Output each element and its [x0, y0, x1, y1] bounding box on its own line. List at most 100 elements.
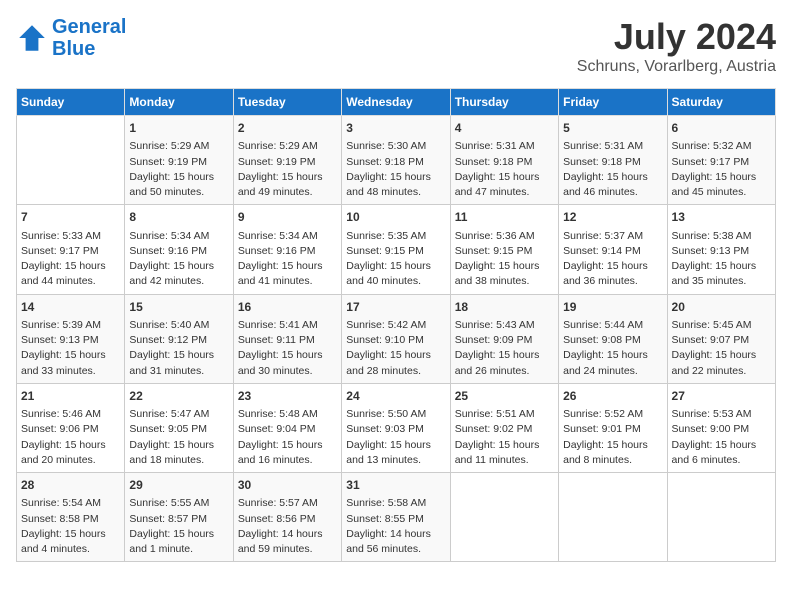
calendar-day-cell: 26 Sunrise: 5:52 AM Sunset: 9:01 PM Dayli…: [559, 383, 667, 472]
calendar-day-cell: 12 Sunrise: 5:37 AM Sunset: 9:14 PM Dayli…: [559, 205, 667, 294]
day-number: 21: [21, 388, 120, 405]
calendar-day-cell: 3 Sunrise: 5:30 AM Sunset: 9:18 PM Daylig…: [342, 116, 450, 205]
day-info: Sunrise: 5:57 AM Sunset: 8:56 PM Dayligh…: [238, 496, 337, 557]
calendar-day-cell: 16 Sunrise: 5:41 AM Sunset: 9:11 PM Dayli…: [233, 294, 341, 383]
day-info: Sunrise: 5:29 AM Sunset: 9:19 PM Dayligh…: [129, 139, 228, 200]
weekday-header-cell: Sunday: [17, 89, 125, 116]
calendar-day-cell: [559, 473, 667, 562]
calendar-day-cell: [17, 116, 125, 205]
calendar-day-cell: 18 Sunrise: 5:43 AM Sunset: 9:09 PM Dayli…: [450, 294, 558, 383]
day-number: 28: [21, 477, 120, 494]
day-number: 31: [346, 477, 445, 494]
day-number: 26: [563, 388, 662, 405]
day-info: Sunrise: 5:54 AM Sunset: 8:58 PM Dayligh…: [21, 496, 120, 557]
logo: GeneralBlue: [16, 16, 126, 60]
day-info: Sunrise: 5:34 AM Sunset: 9:16 PM Dayligh…: [238, 229, 337, 290]
weekday-header-cell: Thursday: [450, 89, 558, 116]
day-info: Sunrise: 5:42 AM Sunset: 9:10 PM Dayligh…: [346, 318, 445, 379]
calendar-day-cell: 9 Sunrise: 5:34 AM Sunset: 9:16 PM Daylig…: [233, 205, 341, 294]
logo-icon: [16, 22, 48, 54]
day-number: 11: [455, 209, 554, 226]
day-info: Sunrise: 5:30 AM Sunset: 9:18 PM Dayligh…: [346, 139, 445, 200]
calendar-day-cell: 11 Sunrise: 5:36 AM Sunset: 9:15 PM Dayli…: [450, 205, 558, 294]
calendar-day-cell: 10Sunrise: 5:35 AM Sunset: 9:15 PM Dayli…: [342, 205, 450, 294]
calendar-day-cell: 6 Sunrise: 5:32 AM Sunset: 9:17 PM Daylig…: [667, 116, 775, 205]
calendar-day-cell: 28 Sunrise: 5:54 AM Sunset: 8:58 PM Dayli…: [17, 473, 125, 562]
day-number: 6: [672, 120, 771, 137]
day-number: 10: [346, 209, 445, 226]
day-number: 12: [563, 209, 662, 226]
calendar-day-cell: 19Sunrise: 5:44 AM Sunset: 9:08 PM Dayli…: [559, 294, 667, 383]
weekday-header-cell: Wednesday: [342, 89, 450, 116]
calendar-day-cell: 27 Sunrise: 5:53 AM Sunset: 9:00 PM Dayli…: [667, 383, 775, 472]
day-info: Sunrise: 5:47 AM Sunset: 9:05 PM Dayligh…: [129, 407, 228, 468]
day-info: Sunrise: 5:53 AM Sunset: 9:00 PM Dayligh…: [672, 407, 771, 468]
day-info: Sunrise: 5:39 AM Sunset: 9:13 PM Dayligh…: [21, 318, 120, 379]
title-block: July 2024 Schruns, Vorarlberg, Austria: [577, 16, 776, 76]
day-info: Sunrise: 5:48 AM Sunset: 9:04 PM Dayligh…: [238, 407, 337, 468]
day-info: Sunrise: 5:38 AM Sunset: 9:13 PM Dayligh…: [672, 229, 771, 290]
day-info: Sunrise: 5:43 AM Sunset: 9:09 PM Dayligh…: [455, 318, 554, 379]
day-info: Sunrise: 5:34 AM Sunset: 9:16 PM Dayligh…: [129, 229, 228, 290]
calendar-week-row: 28 Sunrise: 5:54 AM Sunset: 8:58 PM Dayli…: [17, 473, 776, 562]
calendar-day-cell: 22 Sunrise: 5:47 AM Sunset: 9:05 PM Dayli…: [125, 383, 233, 472]
calendar-week-row: 14 Sunrise: 5:39 AM Sunset: 9:13 PM Dayli…: [17, 294, 776, 383]
logo-text: GeneralBlue: [52, 16, 126, 60]
weekday-header-cell: Monday: [125, 89, 233, 116]
day-info: Sunrise: 5:40 AM Sunset: 9:12 PM Dayligh…: [129, 318, 228, 379]
day-info: Sunrise: 5:52 AM Sunset: 9:01 PM Dayligh…: [563, 407, 662, 468]
day-info: Sunrise: 5:37 AM Sunset: 9:14 PM Dayligh…: [563, 229, 662, 290]
weekday-header-cell: Tuesday: [233, 89, 341, 116]
calendar-week-row: 21Sunrise: 5:46 AM Sunset: 9:06 PM Dayli…: [17, 383, 776, 472]
calendar-day-cell: 20 Sunrise: 5:45 AM Sunset: 9:07 PM Dayli…: [667, 294, 775, 383]
day-number: 16: [238, 299, 337, 316]
calendar-day-cell: 23 Sunrise: 5:48 AM Sunset: 9:04 PM Dayli…: [233, 383, 341, 472]
day-number: 25: [455, 388, 554, 405]
calendar-day-cell: 31 Sunrise: 5:58 AM Sunset: 8:55 PM Dayli…: [342, 473, 450, 562]
month-title: July 2024: [577, 16, 776, 58]
calendar-day-cell: 15Sunrise: 5:40 AM Sunset: 9:12 PM Dayli…: [125, 294, 233, 383]
calendar-day-cell: 5 Sunrise: 5:31 AM Sunset: 9:18 PM Daylig…: [559, 116, 667, 205]
weekday-header-cell: Saturday: [667, 89, 775, 116]
day-number: 1: [129, 120, 228, 137]
calendar-header: SundayMondayTuesdayWednesdayThursdayFrid…: [17, 89, 776, 116]
calendar-day-cell: 8Sunrise: 5:34 AM Sunset: 9:16 PM Daylig…: [125, 205, 233, 294]
day-info: Sunrise: 5:31 AM Sunset: 9:18 PM Dayligh…: [563, 139, 662, 200]
day-number: 3: [346, 120, 445, 137]
day-number: 9: [238, 209, 337, 226]
day-info: Sunrise: 5:41 AM Sunset: 9:11 PM Dayligh…: [238, 318, 337, 379]
day-info: Sunrise: 5:44 AM Sunset: 9:08 PM Dayligh…: [563, 318, 662, 379]
day-number: 22: [129, 388, 228, 405]
calendar-body: 1 Sunrise: 5:29 AM Sunset: 9:19 PM Daylig…: [17, 116, 776, 562]
calendar-day-cell: 30Sunrise: 5:57 AM Sunset: 8:56 PM Dayli…: [233, 473, 341, 562]
day-number: 29: [129, 477, 228, 494]
day-number: 2: [238, 120, 337, 137]
weekday-header-cell: Friday: [559, 89, 667, 116]
day-info: Sunrise: 5:45 AM Sunset: 9:07 PM Dayligh…: [672, 318, 771, 379]
day-number: 20: [672, 299, 771, 316]
day-info: Sunrise: 5:51 AM Sunset: 9:02 PM Dayligh…: [455, 407, 554, 468]
day-info: Sunrise: 5:36 AM Sunset: 9:15 PM Dayligh…: [455, 229, 554, 290]
location-subtitle: Schruns, Vorarlberg, Austria: [577, 58, 776, 76]
day-number: 18: [455, 299, 554, 316]
calendar-day-cell: 25 Sunrise: 5:51 AM Sunset: 9:02 PM Dayli…: [450, 383, 558, 472]
day-info: Sunrise: 5:58 AM Sunset: 8:55 PM Dayligh…: [346, 496, 445, 557]
calendar-week-row: 1 Sunrise: 5:29 AM Sunset: 9:19 PM Daylig…: [17, 116, 776, 205]
day-info: Sunrise: 5:32 AM Sunset: 9:17 PM Dayligh…: [672, 139, 771, 200]
day-info: Sunrise: 5:50 AM Sunset: 9:03 PM Dayligh…: [346, 407, 445, 468]
calendar-day-cell: [450, 473, 558, 562]
calendar-day-cell: 1 Sunrise: 5:29 AM Sunset: 9:19 PM Daylig…: [125, 116, 233, 205]
calendar-table: SundayMondayTuesdayWednesdayThursdayFrid…: [16, 88, 776, 562]
day-number: 4: [455, 120, 554, 137]
day-info: Sunrise: 5:29 AM Sunset: 9:19 PM Dayligh…: [238, 139, 337, 200]
calendar-day-cell: 29Sunrise: 5:55 AM Sunset: 8:57 PM Dayli…: [125, 473, 233, 562]
day-number: 23: [238, 388, 337, 405]
day-number: 14: [21, 299, 120, 316]
day-number: 5: [563, 120, 662, 137]
day-number: 27: [672, 388, 771, 405]
weekday-header-row: SundayMondayTuesdayWednesdayThursdayFrid…: [17, 89, 776, 116]
calendar-day-cell: 17Sunrise: 5:42 AM Sunset: 9:10 PM Dayli…: [342, 294, 450, 383]
calendar-day-cell: 14 Sunrise: 5:39 AM Sunset: 9:13 PM Dayli…: [17, 294, 125, 383]
calendar-day-cell: [667, 473, 775, 562]
calendar-day-cell: 4Sunrise: 5:31 AM Sunset: 9:18 PM Daylig…: [450, 116, 558, 205]
